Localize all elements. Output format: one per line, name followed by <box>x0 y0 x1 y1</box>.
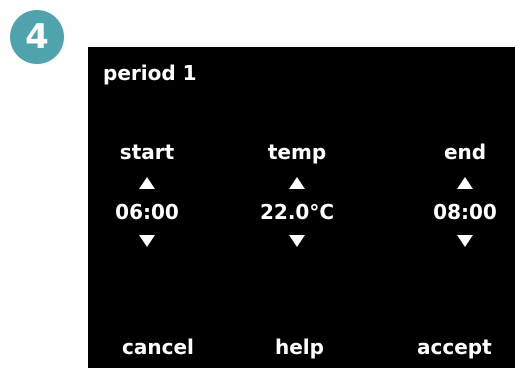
end-column: end 08:00 <box>410 139 515 247</box>
temp-down-arrow-icon[interactable] <box>289 235 305 247</box>
start-column: start 06:00 <box>92 139 202 247</box>
step-number-badge: 4 <box>10 10 64 64</box>
cancel-button[interactable]: cancel <box>122 335 194 359</box>
start-label: start <box>119 140 175 164</box>
end-up-arrow-icon[interactable] <box>457 177 473 189</box>
start-value: 06:00 <box>115 200 179 224</box>
temp-label: temp <box>267 140 327 164</box>
start-up-arrow-icon[interactable] <box>139 177 155 189</box>
accept-button[interactable]: accept <box>417 335 492 359</box>
thermostat-screen: period 1 start 06:00 temp 22.0°C end 08:… <box>88 47 515 368</box>
end-down-arrow-icon[interactable] <box>457 235 473 247</box>
temp-column: temp 22.0°C <box>242 139 352 247</box>
end-value: 08:00 <box>433 200 497 224</box>
end-label: end <box>443 140 487 164</box>
start-down-arrow-icon[interactable] <box>139 235 155 247</box>
temp-value: 22.0°C <box>259 200 335 224</box>
period-title: period 1 <box>103 61 197 85</box>
help-button[interactable]: help <box>275 335 324 359</box>
temp-up-arrow-icon[interactable] <box>289 177 305 189</box>
